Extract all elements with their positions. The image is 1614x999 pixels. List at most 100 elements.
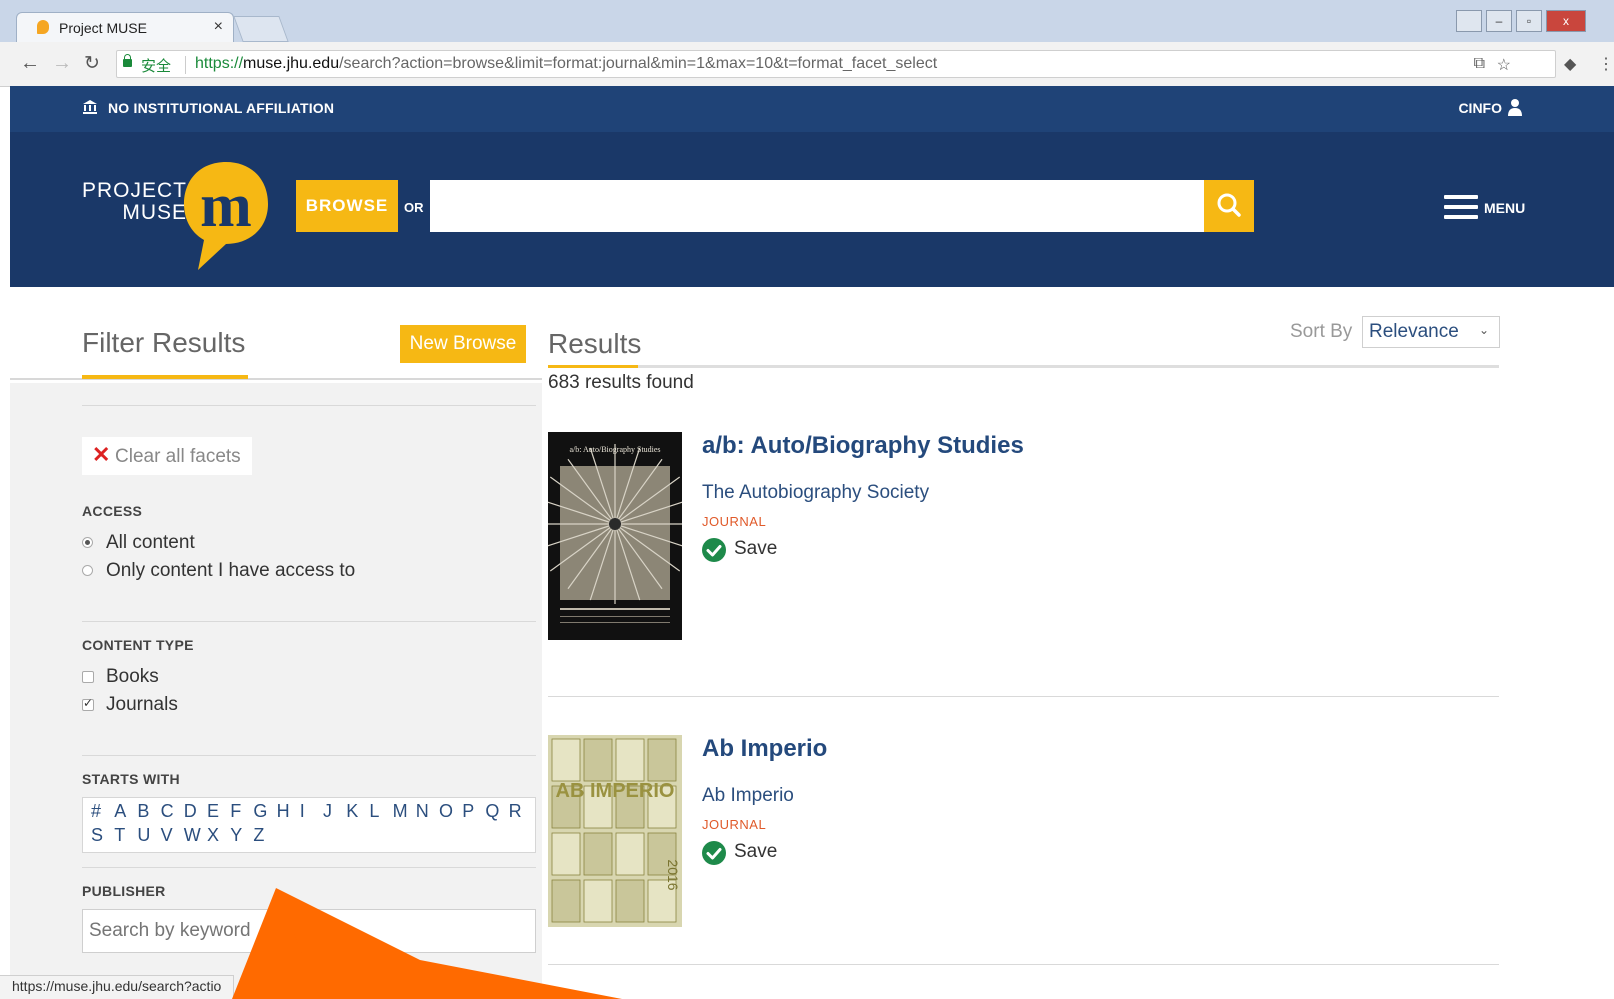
starts-with-letter-s[interactable]: S (91, 825, 103, 846)
starts-with-letter-z[interactable]: Z (253, 825, 264, 846)
user-icon[interactable] (1508, 98, 1522, 116)
filter-sidebar: Filter Results New Browse ✕ Clear all fa… (10, 287, 542, 999)
starts-with-letter-g[interactable]: G (253, 801, 267, 822)
divider (82, 755, 536, 756)
publisher-heading: PUBLISHER (82, 883, 166, 899)
starts-with-letter-o[interactable]: O (439, 801, 453, 822)
address-bar[interactable]: 安全 https://muse.jhu.edu/search?action=br… (116, 50, 1556, 78)
back-arrow-icon[interactable]: ← (20, 52, 40, 75)
affiliation-bar: NO INSTITUTIONAL AFFILIATION CINFO (10, 86, 1614, 132)
starts-with-letter-h[interactable]: H (277, 801, 290, 822)
cover-title-text: AB IMPERIO (556, 780, 675, 802)
divider (82, 621, 536, 622)
result-divider (548, 696, 1499, 697)
starts-with-letter-t[interactable]: T (114, 825, 125, 846)
new-browse-button[interactable]: New Browse (400, 325, 526, 363)
starts-with-letter-n[interactable]: N (416, 801, 429, 822)
save-button[interactable]: Save (702, 536, 802, 566)
site-masthead: PROJECT MUSE m BROWSE OR MENU (10, 132, 1614, 287)
save-button[interactable]: Save (702, 839, 802, 869)
starts-with-letter-u[interactable]: U (137, 825, 150, 846)
starts-with-letter-j[interactable]: J (323, 801, 332, 822)
sort-by-label: Sort By (1290, 321, 1353, 342)
starts-with-letter-i[interactable]: I (300, 801, 305, 822)
profile-icon[interactable] (1456, 10, 1482, 32)
starts-with-letter-m[interactable]: M (393, 801, 408, 822)
restore-icon[interactable]: ▫ (1516, 10, 1542, 32)
browser-menu-icon[interactable]: ⋮ (1598, 54, 1614, 74)
user-account-name[interactable]: CINFO (1458, 100, 1502, 116)
window-close-icon[interactable]: x (1546, 10, 1586, 32)
bookmark-star-icon[interactable]: ☆ (1497, 55, 1511, 75)
starts-with-letter-a[interactable]: A (114, 801, 126, 822)
results-heading-rule (548, 365, 1499, 368)
starts-with-letter-q[interactable]: Q (485, 801, 499, 822)
institution-icon (83, 100, 97, 114)
starts-with-letter-b[interactable]: B (137, 801, 149, 822)
project-muse-logo-text[interactable]: PROJECT MUSE (82, 180, 187, 224)
checkbox[interactable] (82, 671, 94, 683)
publisher-keyword-input[interactable] (82, 909, 536, 953)
search-button[interactable] (1204, 180, 1254, 232)
result-title-link[interactable]: a/b: Auto/Biography Studies (702, 432, 1024, 460)
starts-with-letter-w[interactable]: W (184, 825, 201, 846)
minimize-icon[interactable]: – (1486, 10, 1512, 32)
address-separator (185, 56, 186, 74)
browse-button[interactable]: BROWSE (296, 180, 398, 232)
forward-arrow-icon[interactable]: → (52, 52, 72, 75)
journal-cover-image[interactable]: AB IMPERIO 2016 (548, 735, 682, 927)
result-title-link[interactable]: Ab Imperio (702, 735, 827, 763)
starts-with-letter-p[interactable]: P (462, 801, 474, 822)
filter-heading-underline (82, 375, 248, 379)
starts-with-letter-k[interactable]: K (346, 801, 358, 822)
clear-all-facets-label: Clear all facets (115, 446, 241, 467)
divider (82, 867, 536, 868)
results-heading: Results (548, 328, 642, 359)
affiliation-label[interactable]: NO INSTITUTIONAL AFFILIATION (108, 100, 334, 116)
close-icon: ✕ (92, 442, 111, 467)
browser-tab-strip: Project MUSE × – ▫ x (0, 0, 1614, 42)
starts-with-letter-c[interactable]: C (161, 801, 174, 822)
result-divider (548, 964, 1499, 965)
radio-button[interactable] (82, 537, 93, 548)
reload-icon[interactable]: ↻ (84, 52, 100, 75)
url-text[interactable]: https://muse.jhu.edu/search?action=brows… (195, 55, 937, 73)
starts-with-letter-y[interactable]: Y (230, 825, 242, 846)
result-count: 683 results found (548, 372, 694, 393)
starts-with-letter-e[interactable]: E (207, 801, 219, 822)
starts-with-letter-v[interactable]: V (161, 825, 173, 846)
sort-select[interactable]: Relevance ⌄ (1362, 316, 1500, 348)
result-type-label: JOURNAL (702, 514, 767, 529)
tab-close-icon[interactable]: × (214, 18, 223, 36)
filter-results-heading: Filter Results (82, 327, 246, 358)
journal-cover-image[interactable]: a/b: Auto/Biography Studies (548, 432, 682, 640)
starts-with-letter-r[interactable]: R (509, 801, 522, 822)
checkbox[interactable] (82, 696, 94, 711)
clear-all-facets-button[interactable]: ✕ Clear all facets (82, 437, 252, 475)
result-type-label: JOURNAL (702, 817, 767, 832)
result-publisher-link[interactable]: The Autobiography Society (702, 482, 929, 504)
starts-with-letter-l[interactable]: L (369, 801, 379, 822)
or-label: OR (404, 200, 424, 215)
starts-with-letter-x[interactable]: X (207, 825, 219, 846)
extension-icon[interactable]: ◆ (1564, 54, 1576, 74)
browser-tab[interactable]: Project MUSE × (16, 12, 234, 42)
alphabet-filter: # A B C D E F G H I J K L M N O P Q R S T U V W X Y Z (82, 797, 536, 853)
project-muse-logo-icon[interactable]: m (180, 158, 272, 270)
project-muse-favicon-icon (37, 20, 49, 34)
starts-with-heading: STARTS WITH (82, 771, 180, 787)
radio-button[interactable] (82, 565, 93, 576)
hamburger-menu-icon[interactable] (1444, 194, 1478, 220)
starts-with-letter-hash[interactable]: # (91, 801, 101, 822)
starts-with-letter-d[interactable]: D (184, 801, 197, 822)
menu-label[interactable]: MENU (1484, 200, 1525, 216)
result-publisher-link[interactable]: Ab Imperio (702, 785, 794, 807)
site-search-input[interactable] (430, 180, 1204, 232)
new-tab-button[interactable] (233, 16, 289, 42)
results-heading-underline (548, 365, 638, 368)
content-type-heading: CONTENT TYPE (82, 637, 194, 653)
result-item: AB IMPERIO 2016 Ab Imperio Ab Imperio JO… (548, 735, 1499, 927)
browser-toolbar: ← → ↻ 安全 https://muse.jhu.edu/search?act… (0, 42, 1614, 87)
translate-icon[interactable]: ⧉ (1474, 55, 1485, 73)
starts-with-letter-f[interactable]: F (230, 801, 241, 822)
